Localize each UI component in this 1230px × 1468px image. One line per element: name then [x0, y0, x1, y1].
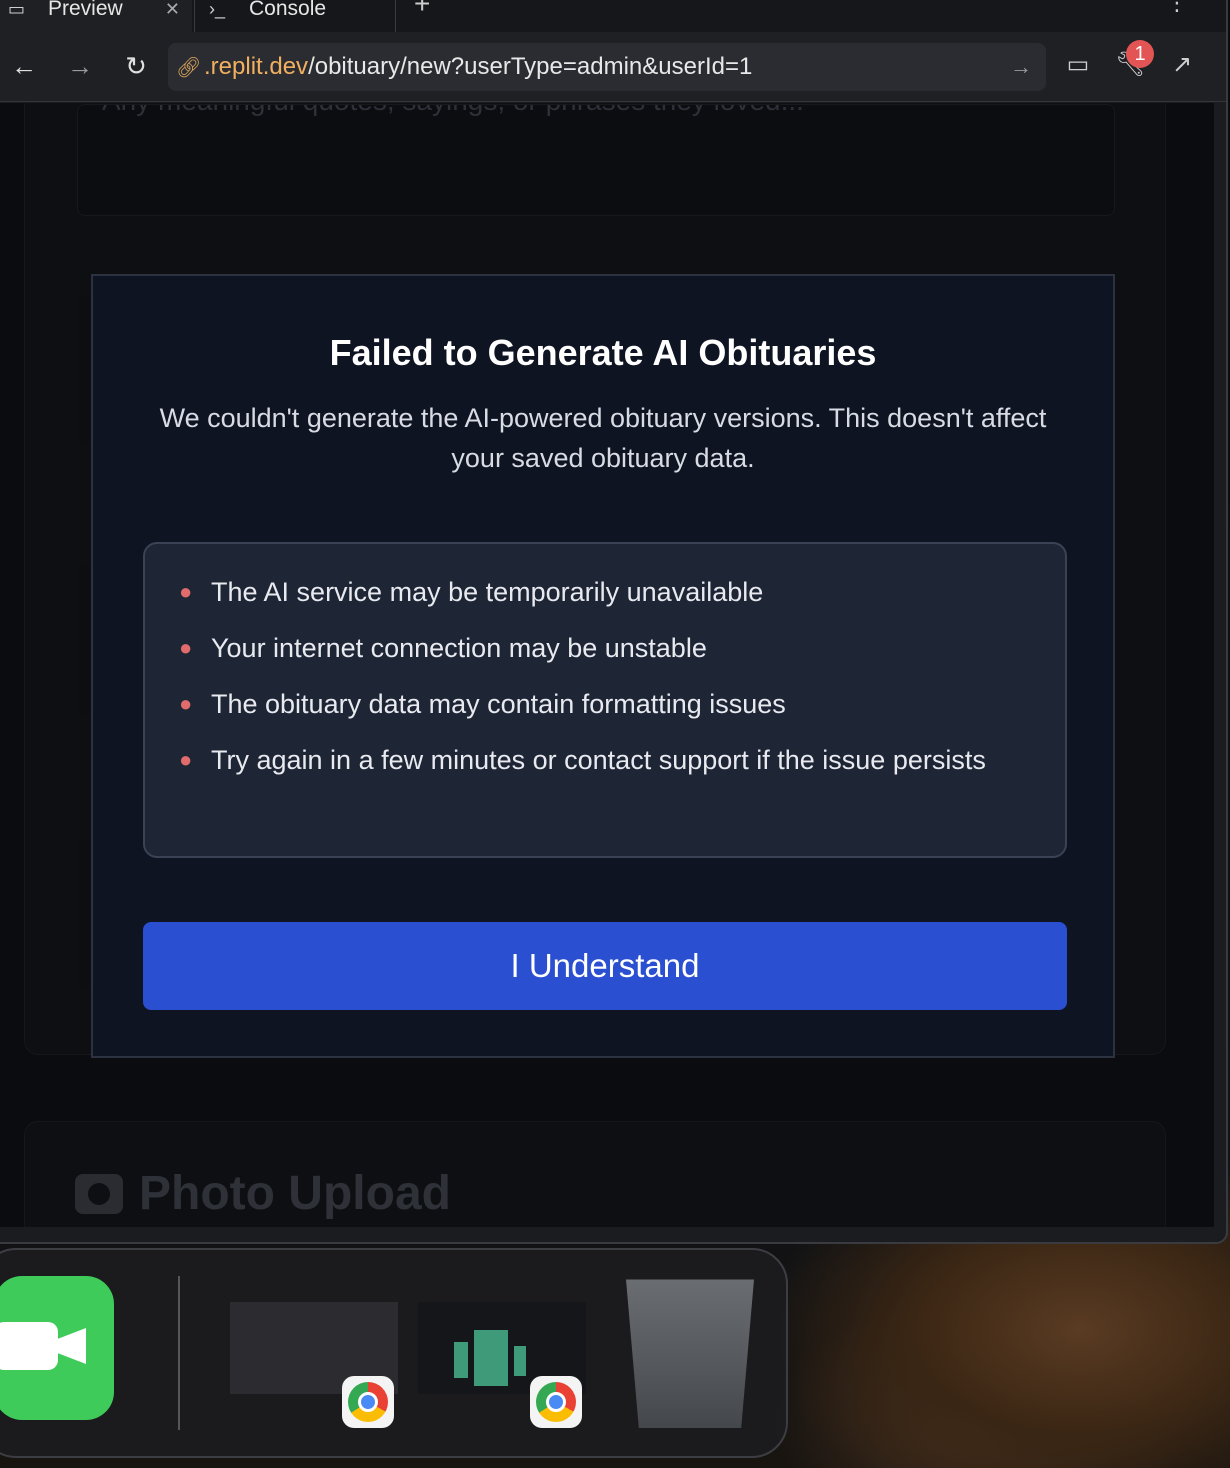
thumbnail-detail — [454, 1342, 468, 1378]
terminal-icon: ›_ — [209, 0, 226, 19]
i-understand-button[interactable]: I Understand — [143, 922, 1067, 1010]
bullet-icon: ● — [179, 579, 193, 604]
list-item: ● Your internet connection may be unstab… — [179, 628, 1029, 668]
bullet-icon: ● — [179, 635, 193, 660]
close-tab-icon[interactable]: ✕ — [165, 0, 180, 20]
browser-toolbar: ← → ↻ 🔗︎ .replit.dev/obituary/new?userTy… — [0, 32, 1226, 102]
trash-icon[interactable] — [626, 1279, 754, 1428]
error-dialog: Failed to Generate AI Obituaries We coul… — [91, 274, 1115, 1058]
tab-console-label: Console — [249, 0, 327, 20]
photo-upload-heading: Photo Upload — [75, 1166, 451, 1221]
dialog-title: Failed to Generate AI Obituaries — [329, 332, 877, 373]
quotes-placeholder: Any meaningful quotes, sayings, or phras… — [102, 105, 804, 116]
browser-window: ▭ Preview ✕ ›_ Console + ⋮ ← → ↻ 🔗︎ .rep… — [0, 0, 1228, 1244]
new-tab-icon[interactable]: + — [414, 0, 430, 20]
video-camera-lens — [58, 1328, 86, 1364]
monitor-icon: ▭ — [8, 0, 26, 19]
chrome-app-icon[interactable] — [342, 1376, 394, 1428]
dialog-description: We couldn't generate the AI-powered obit… — [159, 403, 1047, 473]
thumbnail-detail — [474, 1330, 508, 1386]
tab-console[interactable]: ›_ Console — [194, 0, 396, 32]
more-options-icon[interactable]: ⋮ — [1166, 0, 1188, 16]
dock-divider — [178, 1276, 180, 1430]
tab-preview[interactable]: ▭ Preview ✕ — [0, 0, 192, 32]
list-item: ● Try again in a few minutes or contact … — [179, 740, 1029, 780]
facetime-app-icon[interactable] — [0, 1276, 114, 1420]
list-item: ● The obituary data may contain formatti… — [179, 684, 1029, 724]
reason-text: Try again in a few minutes or contact su… — [211, 745, 986, 775]
reload-icon[interactable]: ↻ — [120, 50, 152, 82]
quotes-textarea[interactable]: Any meaningful quotes, sayings, or phras… — [77, 104, 1115, 216]
reason-text: Your internet connection may be unstable — [211, 633, 707, 663]
tab-preview-label: Preview — [48, 0, 123, 20]
camera-icon — [75, 1173, 123, 1214]
chrome-core — [358, 1392, 378, 1412]
bullet-icon: ● — [179, 691, 193, 716]
url-bar[interactable]: 🔗︎ .replit.dev/obituary/new?userType=adm… — [168, 43, 1046, 91]
link-icon: 🔗︎ — [176, 56, 202, 79]
device-preview-icon[interactable]: ▭ — [1062, 50, 1094, 82]
thumbnail-detail — [514, 1346, 526, 1376]
reason-text: The AI service may be temporarily unavai… — [211, 577, 764, 607]
reasons-list: ● The AI service may be temporarily unav… — [143, 542, 1067, 858]
photo-upload-title: Photo Upload — [139, 1167, 451, 1220]
devtools-notification-badge: 1 — [1126, 40, 1154, 68]
reason-text: The obituary data may contain formatting… — [211, 689, 786, 719]
back-arrow-icon[interactable]: ← — [8, 50, 40, 82]
tab-strip: ▭ Preview ✕ ›_ Console + ⋮ — [0, 0, 1226, 32]
chrome-app-icon[interactable] — [530, 1376, 582, 1428]
bullet-icon: ● — [179, 747, 193, 772]
forward-arrow-icon[interactable]: → — [64, 50, 96, 82]
chrome-core — [546, 1392, 566, 1412]
list-item: ● The AI service may be temporarily unav… — [179, 572, 1029, 612]
open-external-icon[interactable]: ↗ — [1166, 50, 1198, 82]
photo-upload-card: Photo Upload — [24, 1121, 1166, 1227]
go-arrow-icon[interactable]: → — [1010, 54, 1032, 80]
video-camera-icon — [0, 1322, 58, 1370]
url-path: /obituary/new?userType=admin&userId=1 — [308, 53, 753, 80]
url-host: .replit.dev — [204, 53, 309, 80]
